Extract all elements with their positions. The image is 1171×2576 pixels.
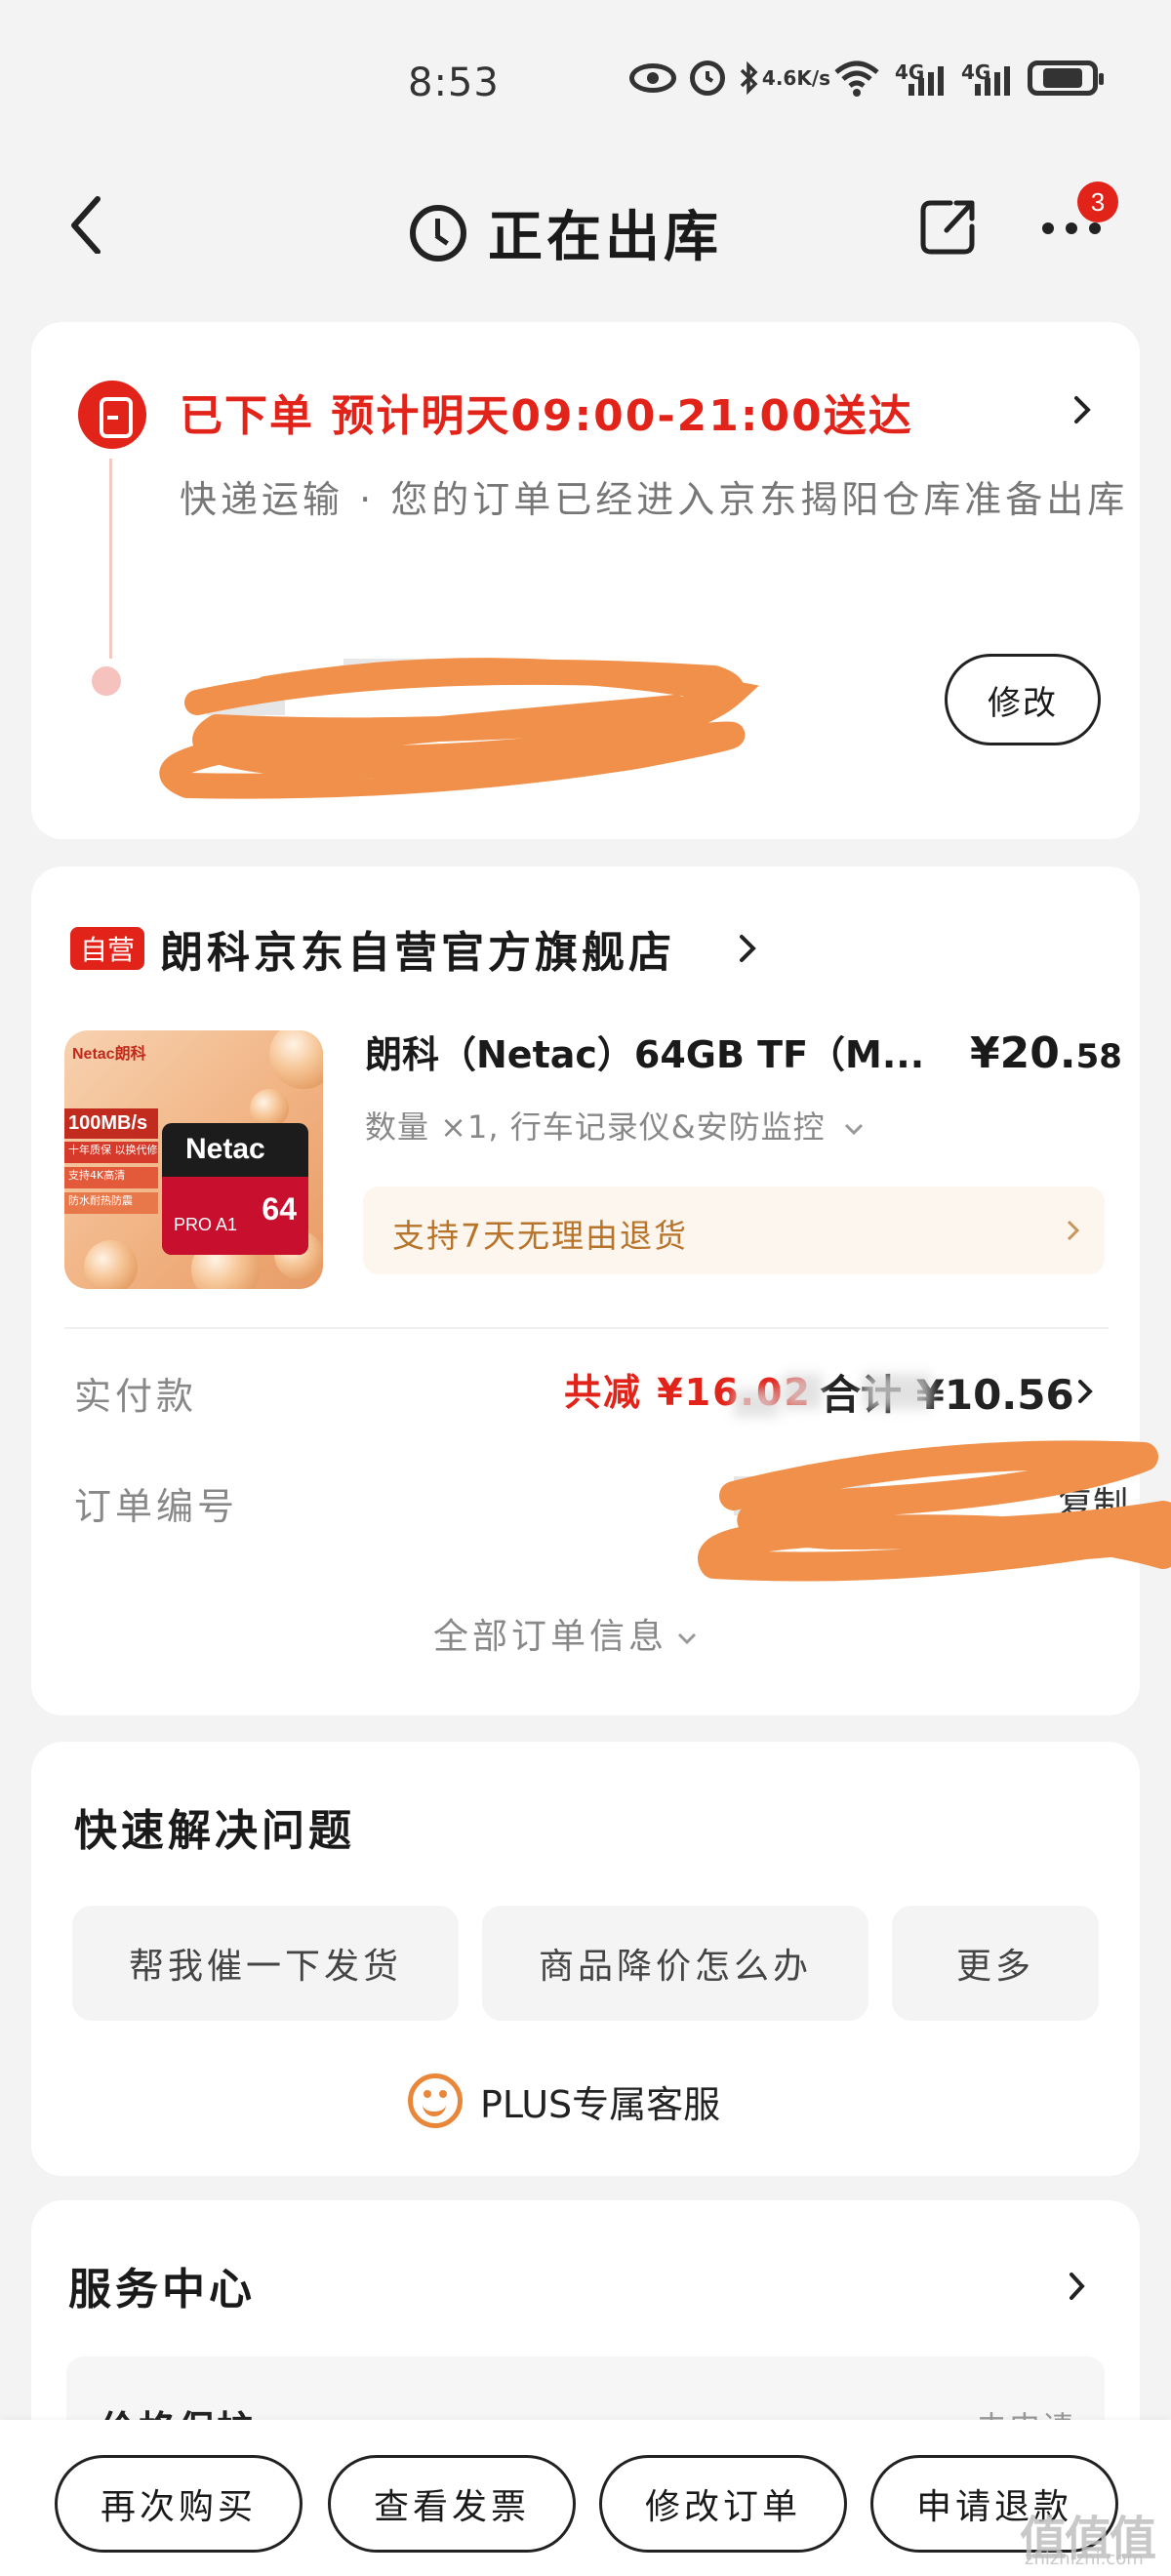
- redaction-patch: [783, 1374, 822, 1409]
- share-icon[interactable]: [917, 197, 978, 258]
- self-operated-tag: 自营: [70, 927, 145, 970]
- quick-solve-card: 快速解决问题 帮我催一下发货 商品降价怎么办 更多 PLUS专属客服: [31, 1742, 1140, 2176]
- status-icons: 4.6 K/s 4G 4G: [629, 59, 1104, 98]
- status-bar: 8:53 4.6 K/s 4G 4G: [0, 0, 1171, 146]
- product-price: ¥20.58: [970, 1028, 1122, 1078]
- chevron-right-icon[interactable]: [1075, 1374, 1097, 1409]
- redacted-address-scribble: [159, 658, 759, 799]
- smiley-service-icon: [408, 2073, 463, 2128]
- notification-badge: 3: [1077, 181, 1118, 222]
- redaction-patch: [734, 1389, 779, 1417]
- eye-icon: [629, 63, 676, 93]
- modify-order-button[interactable]: 修改订单: [599, 2455, 847, 2553]
- sd-card-pro: PRO A1: [174, 1215, 238, 1234]
- service-center-title: 服务中心: [68, 2265, 256, 2314]
- total-text[interactable]: 合计 ¥10.56: [820, 1362, 1074, 1422]
- price-yuan: ¥20.: [970, 1028, 1076, 1078]
- product-image-line3: 防水耐热防震: [64, 1192, 158, 1214]
- product-image-line2: 支持4K高清: [64, 1167, 158, 1188]
- timeline-line: [109, 459, 112, 659]
- price-drop-button[interactable]: 商品降价怎么办: [482, 1906, 868, 2021]
- sd-card-logo: Netac: [185, 1133, 265, 1165]
- page-title: 正在出库: [488, 206, 722, 269]
- signal-icon-2: 4G: [961, 59, 1014, 98]
- status-time: 8:53: [408, 60, 500, 105]
- chevron-right-icon[interactable]: [1066, 2267, 1089, 2306]
- product-name[interactable]: 朗科（Netac）64GB TF（M...: [365, 1025, 950, 1078]
- order-card: 自营 朗科京东自营官方旗舰店 Netac朗科 100MB/s 十年质保 以换代修…: [31, 866, 1171, 1715]
- more-options-button[interactable]: 更多: [892, 1906, 1099, 2021]
- paid-amount-label: 实付款: [74, 1375, 198, 1418]
- chevron-right-icon[interactable]: [1069, 390, 1098, 429]
- network-speed-value: 4.6: [761, 66, 797, 90]
- sd-card-graphic: Netac PRO A1 64: [162, 1123, 308, 1255]
- wifi-icon: [832, 59, 881, 98]
- redaction-patch: [863, 1374, 931, 1409]
- product-image-speed: 100MB/s: [64, 1108, 158, 1139]
- bluetooth-icon: [739, 60, 760, 96]
- sd-card-capacity: 64: [262, 1191, 297, 1227]
- modify-address-button[interactable]: 修改: [945, 654, 1101, 745]
- more-icon[interactable]: [1042, 222, 1101, 234]
- product-spec[interactable]: 数量 ×1, 行车记录仪&安防监控: [365, 1103, 866, 1147]
- quick-solve-title: 快速解决问题: [74, 1806, 355, 1856]
- return-policy-strip[interactable]: 支持7天无理由退货: [363, 1187, 1105, 1274]
- store-name[interactable]: 朗科京东自营官方旗舰店: [160, 917, 675, 980]
- plus-service-label: PLUS专属客服: [480, 2082, 721, 2126]
- network-speed-unit: K/s: [796, 66, 831, 90]
- watermark-url: zhizhizhi.com: [1025, 2549, 1144, 2569]
- order-placed-icon: [78, 381, 146, 449]
- clock-icon: [410, 204, 466, 262]
- chevron-down-icon: [844, 1123, 863, 1136]
- plus-service-link[interactable]: PLUS专属客服: [408, 2073, 720, 2128]
- product-image[interactable]: Netac朗科 100MB/s 十年质保 以换代修 支持4K高清 防水耐热防震 …: [64, 1030, 323, 1289]
- buy-again-button[interactable]: 再次购买: [55, 2455, 303, 2553]
- redacted-order-number-scribble: [698, 1440, 1171, 1582]
- logistics-detail: 快递运输 · 您的订单已经进入京东揭阳仓库准备出库: [180, 478, 1129, 521]
- signal-icon: 4G: [895, 59, 948, 98]
- title-wrap: 正在出库: [410, 193, 722, 272]
- price-cents: 58: [1075, 1037, 1122, 1076]
- product-image-line1: 十年质保 以换代修: [64, 1142, 158, 1163]
- return-policy-text: 支持7天无理由退货: [392, 1217, 688, 1255]
- network-speed: 4.6 K/s: [762, 68, 830, 88]
- chevron-right-icon[interactable]: [734, 929, 761, 968]
- delivery-headline[interactable]: 已下单 预计明天09:00-21:00送达: [180, 381, 913, 443]
- product-image-brand: Netac朗科: [72, 1046, 146, 1063]
- divider: [64, 1327, 1109, 1329]
- header: 正在出库 3: [0, 166, 1171, 283]
- order-number-label: 订单编号: [74, 1485, 239, 1528]
- all-order-info-label: 全部订单信息: [433, 1617, 668, 1657]
- chevron-right-icon: [1064, 1214, 1083, 1247]
- all-order-info-toggle[interactable]: 全部订单信息: [433, 1608, 699, 1659]
- address-dot: [92, 666, 121, 696]
- battery-icon: [1028, 60, 1104, 96]
- urge-shipping-button[interactable]: 帮我催一下发货: [72, 1906, 459, 2021]
- view-invoice-button[interactable]: 查看发票: [328, 2455, 576, 2553]
- delivery-status-card: 已下单 预计明天09:00-21:00送达 快递运输 · 您的订单已经进入京东揭…: [31, 322, 1140, 839]
- alarm-icon: [690, 60, 725, 96]
- bottom-action-bar: 再次购买 查看发票 修改订单 申请退款: [0, 2420, 1171, 2576]
- chevron-down-icon: [677, 1632, 697, 1645]
- product-spec-text: 数量 ×1, 行车记录仪&安防监控: [365, 1108, 826, 1146]
- back-icon[interactable]: [61, 195, 119, 255]
